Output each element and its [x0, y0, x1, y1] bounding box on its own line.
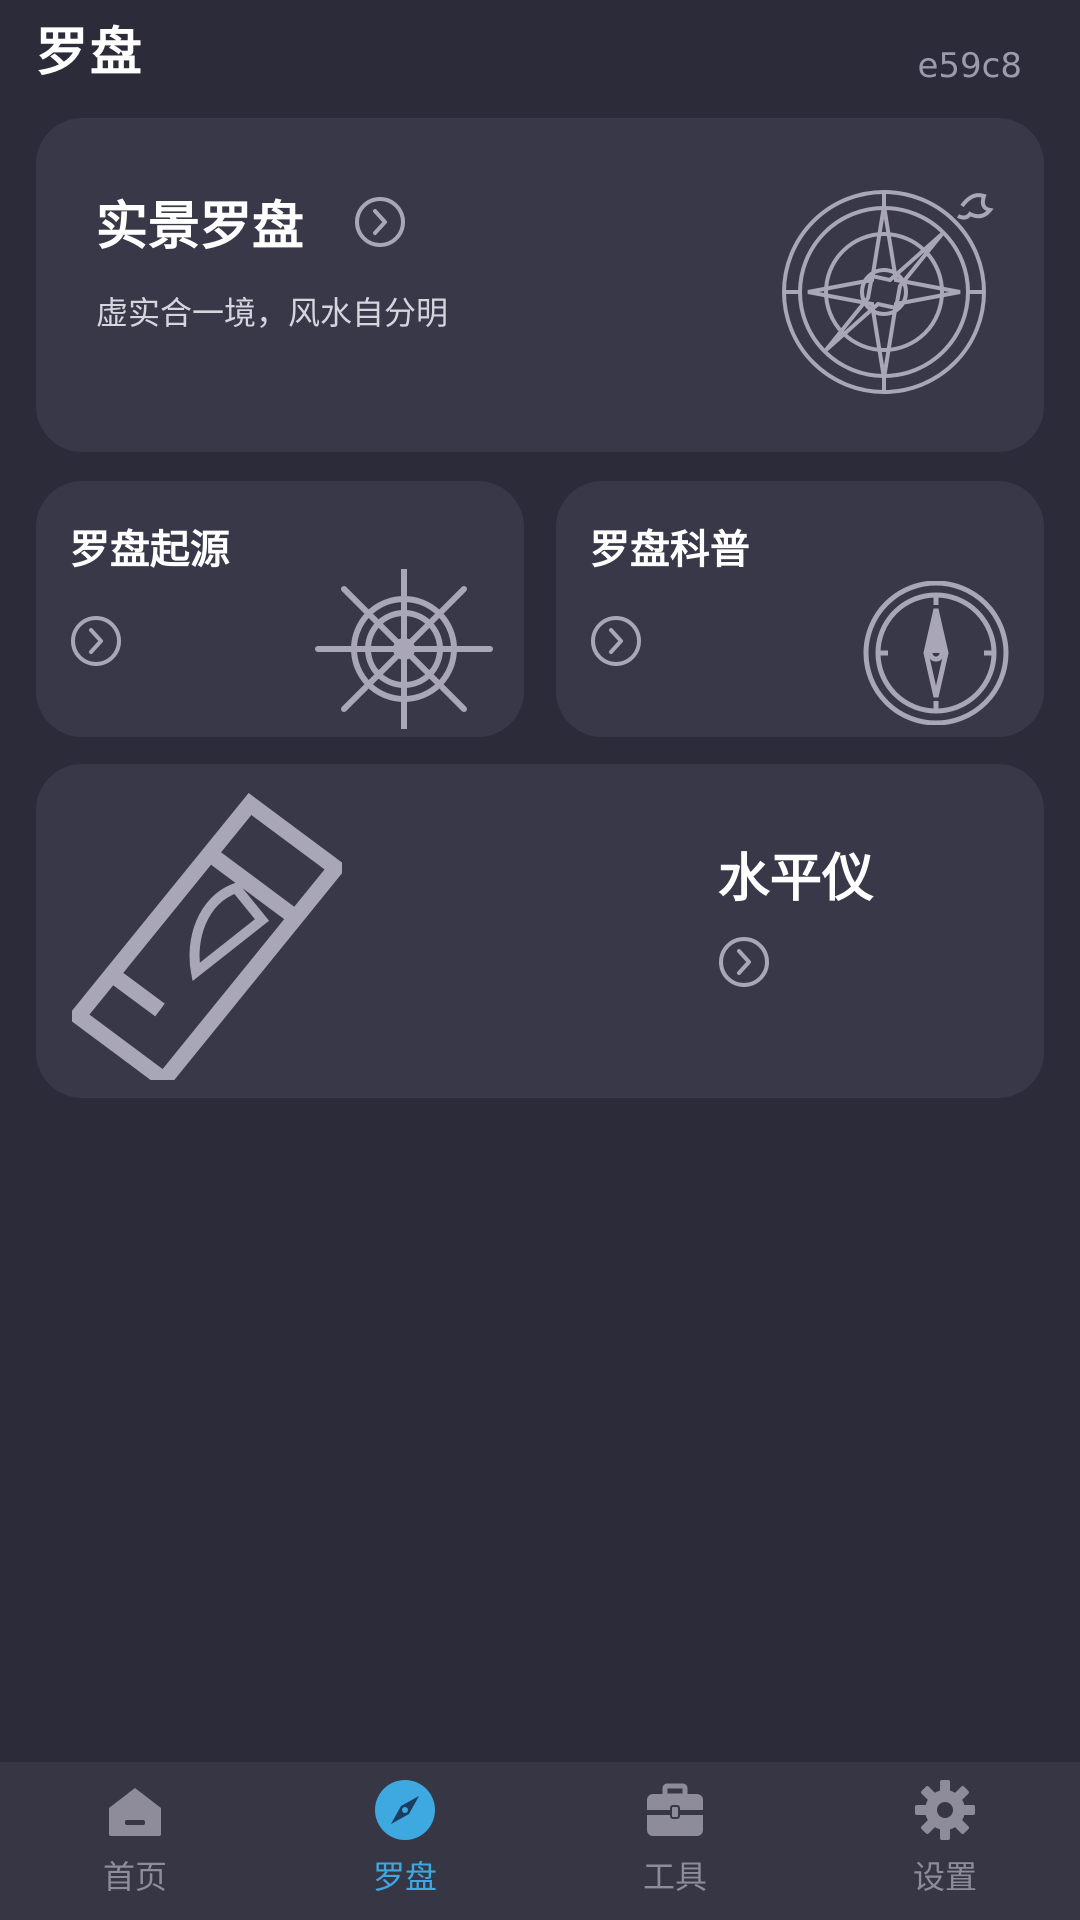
gear-icon	[915, 1780, 975, 1840]
compass-rose-icon	[782, 190, 994, 394]
toolbox-icon	[647, 1783, 703, 1836]
compass-origin-card[interactable]: 罗盘起源	[36, 481, 524, 737]
compass-science-card[interactable]: 罗盘科普	[556, 481, 1044, 737]
level-tool-card[interactable]: 水平仪	[36, 764, 1044, 1098]
page-title: 罗盘	[36, 23, 145, 83]
home-icon	[109, 1788, 161, 1836]
nav-item-compass-label: 罗盘	[372, 1858, 437, 1896]
ar-compass-title: 实景罗盘	[96, 197, 305, 257]
ar-compass-card[interactable]: 实景罗盘 虚实合一境，风水自分明	[36, 118, 1044, 452]
nav-item-settings-label: 设置	[912, 1858, 977, 1896]
compass-needle-icon	[863, 581, 1009, 725]
bottom-navigation: 首页 罗盘 工具 设置	[0, 1762, 1080, 1920]
ship-wheel-icon	[315, 569, 493, 729]
level-tool-title: 水平仪	[718, 849, 875, 909]
nav-item-compass[interactable]: 罗盘	[270, 1762, 540, 1920]
chevron-right-circle-icon	[591, 616, 641, 666]
nav-item-home-label: 首页	[102, 1858, 167, 1896]
nav-item-tools-label: 工具	[642, 1858, 707, 1896]
chevron-right-circle-icon	[71, 616, 121, 666]
ar-compass-subtitle: 虚实合一境，风水自分明	[96, 294, 449, 332]
spirit-level-icon	[72, 793, 342, 1080]
nav-item-tools[interactable]: 工具	[540, 1762, 810, 1920]
compass-icon	[375, 1780, 435, 1840]
chevron-right-circle-icon	[355, 197, 405, 247]
chevron-right-circle-icon	[719, 937, 769, 987]
nav-item-settings[interactable]: 设置	[810, 1762, 1080, 1920]
header-code-label: e59c8	[917, 46, 1022, 86]
nav-item-home[interactable]: 首页	[0, 1762, 270, 1920]
compass-science-title: 罗盘科普	[590, 527, 750, 573]
compass-origin-title: 罗盘起源	[70, 527, 230, 573]
